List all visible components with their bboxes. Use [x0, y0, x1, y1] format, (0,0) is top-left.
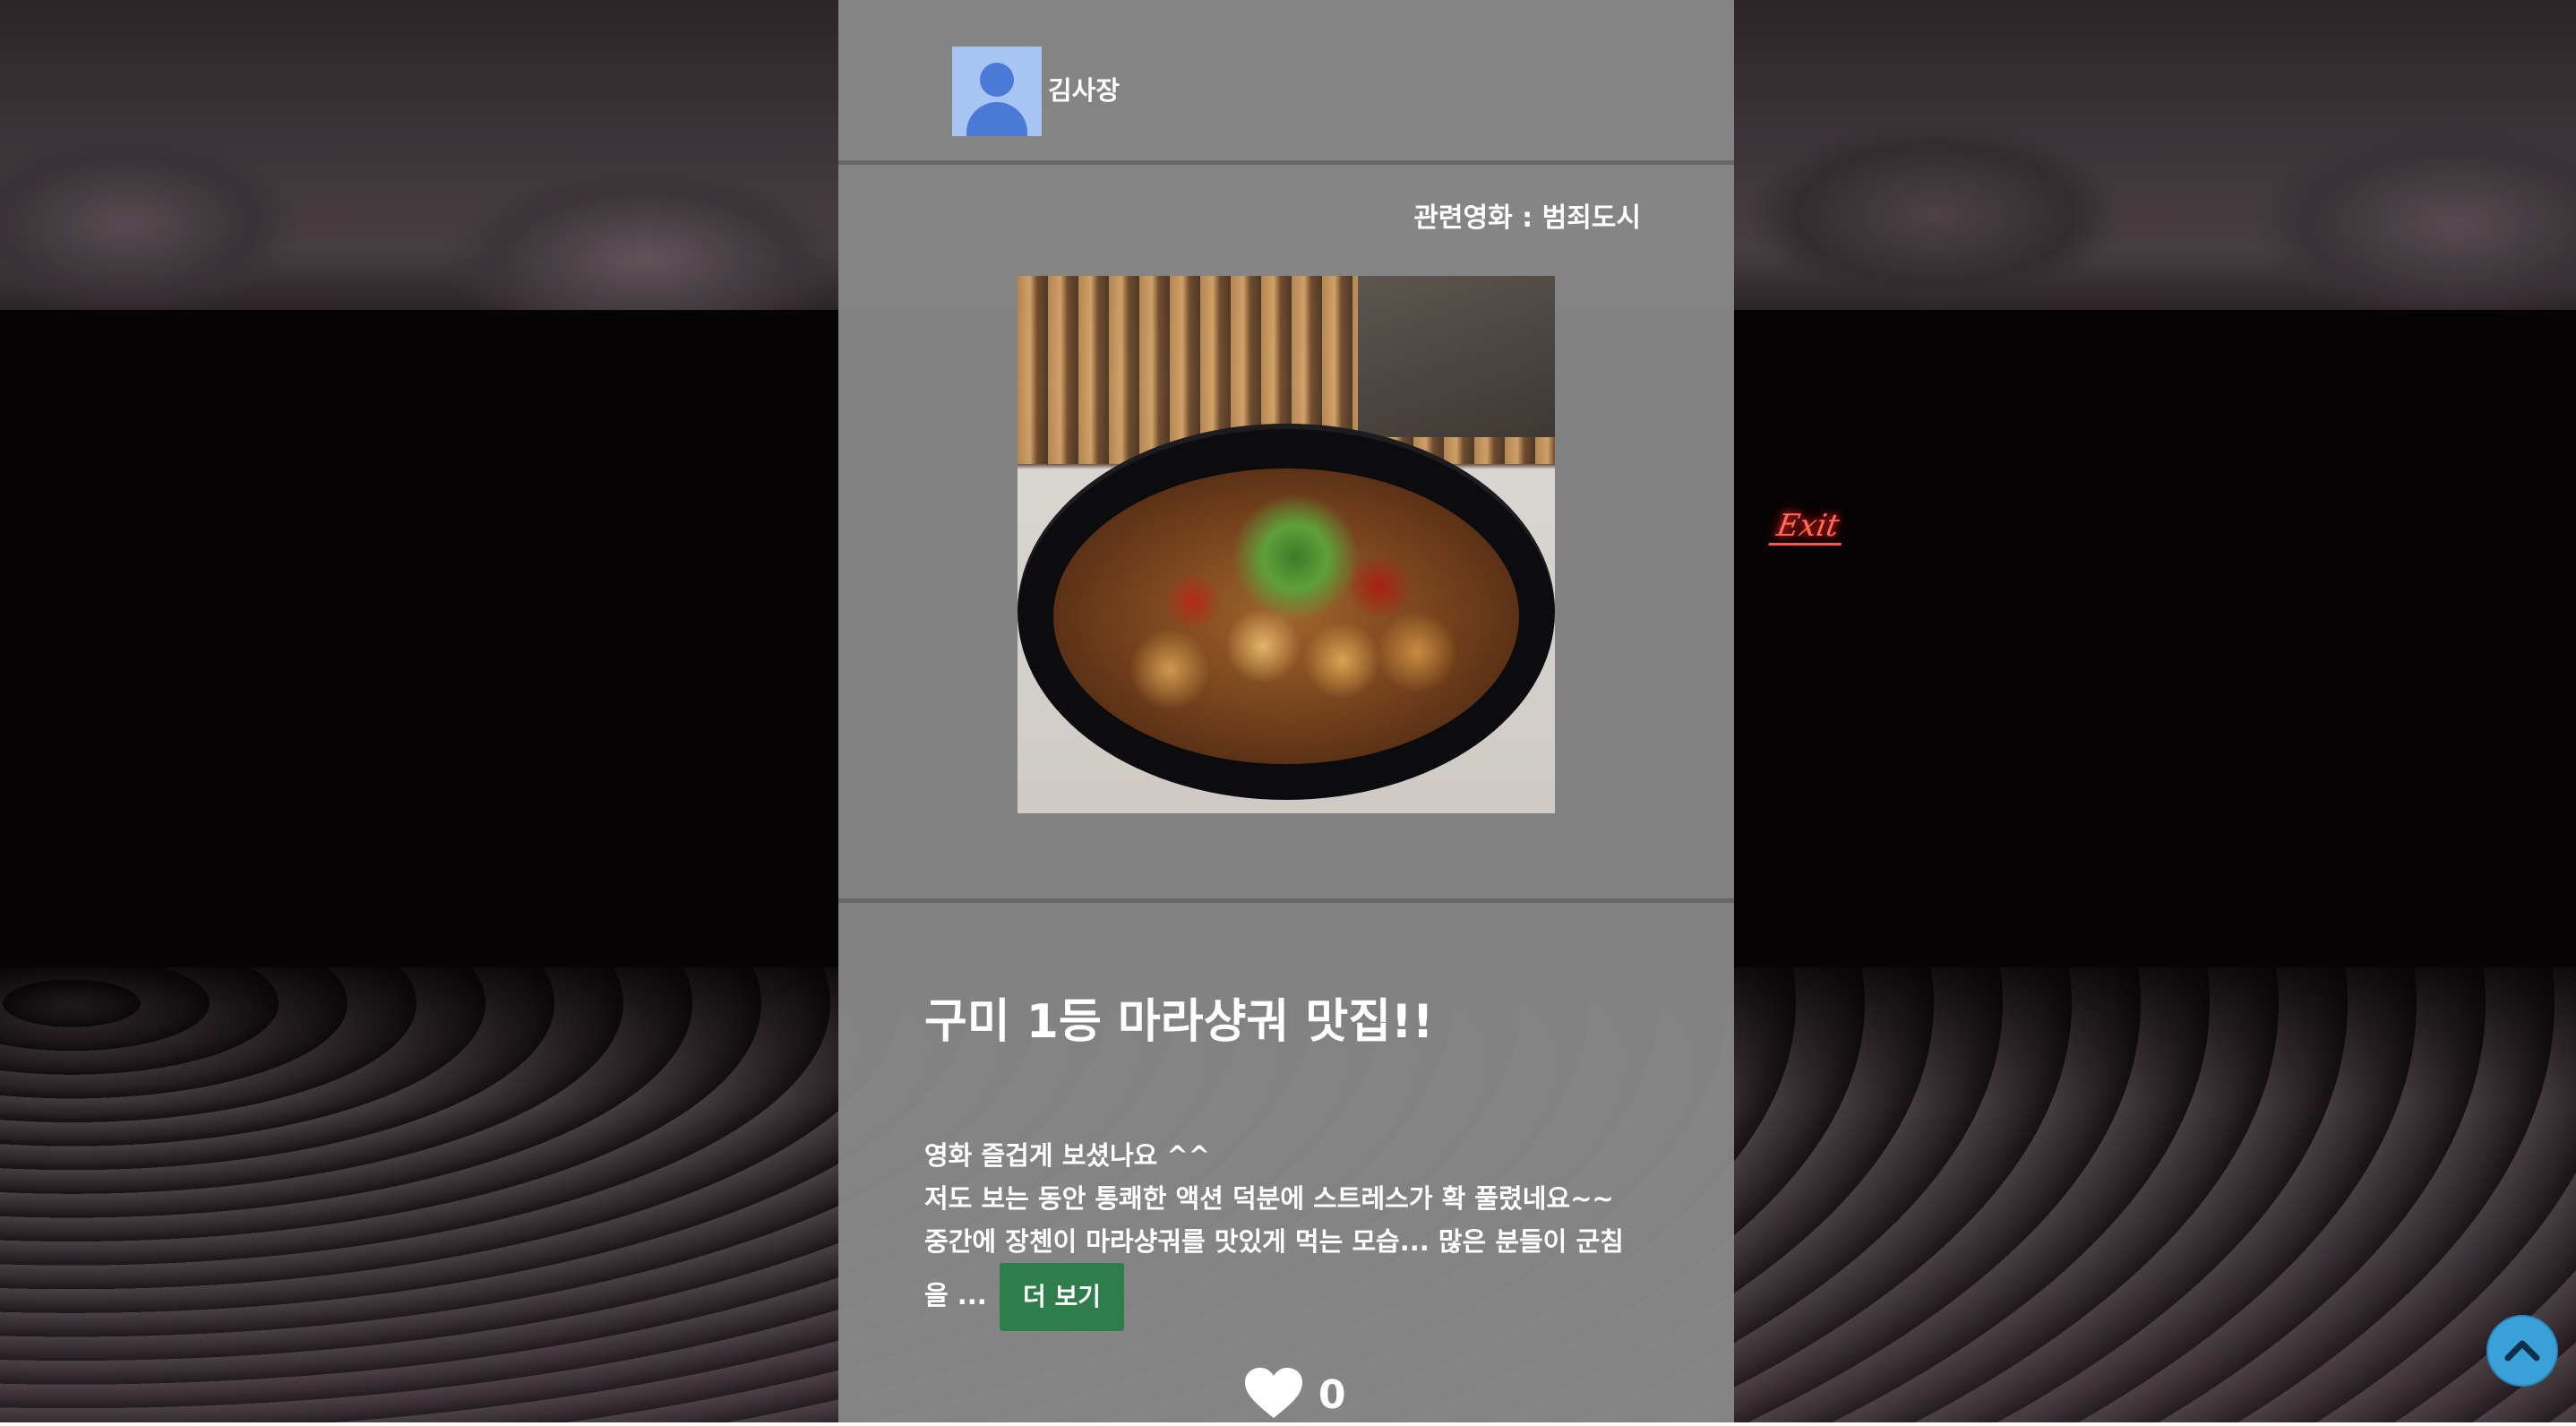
- post-title: 구미 1등 마라샹궈 맛집!!: [924, 995, 1434, 1049]
- avatar-body: [966, 102, 1027, 136]
- content-line: 영화 즐겁게 보셨나요 ^^: [924, 1140, 1211, 1171]
- content-line: 저도 보는 동안 통쾌한 액션 덕분에 스트레스가 확 풀렸네요~~: [924, 1183, 1614, 1214]
- related-movie: 관련영화 : 범죄도시: [1413, 202, 1641, 234]
- author-name[interactable]: 김사장: [1048, 70, 1120, 107]
- like-count: 0: [1318, 1371, 1346, 1418]
- more-button[interactable]: 더 보기: [999, 1263, 1124, 1331]
- avatar-head: [980, 63, 1014, 97]
- section-divider: [838, 898, 1734, 903]
- user-avatar-icon[interactable]: [952, 47, 1042, 136]
- post-photo: [1018, 276, 1555, 813]
- scroll-top-button[interactable]: [2486, 1315, 2558, 1387]
- chevron-up-icon: [2504, 1336, 2540, 1365]
- post-content: 영화 즐겁게 보셨나요 ^^ 저도 보는 동안 통쾌한 액션 덕분에 스트레스가…: [924, 1134, 1659, 1331]
- content-line-truncated: 을 ...: [924, 1280, 987, 1310]
- like-section: 0: [1243, 1363, 1346, 1426]
- exit-sign: Exit: [1768, 508, 1848, 545]
- content-line-last: 을 ... 더 보기: [924, 1263, 1659, 1331]
- photo-food: [1053, 468, 1519, 764]
- post-panel: 김사장 관련영화 : 범죄도시 구미 1등 마라샹궈 맛집!! 영화 즐겁게 보…: [838, 0, 1734, 1422]
- photo-floor: [1358, 276, 1555, 437]
- content-line: 중간에 장첸이 마라샹궈를 맛있게 먹는 모습... 많은 분들이 군침: [924, 1226, 1624, 1257]
- heart-icon[interactable]: [1243, 1366, 1304, 1423]
- post-header: 김사장: [838, 0, 1734, 165]
